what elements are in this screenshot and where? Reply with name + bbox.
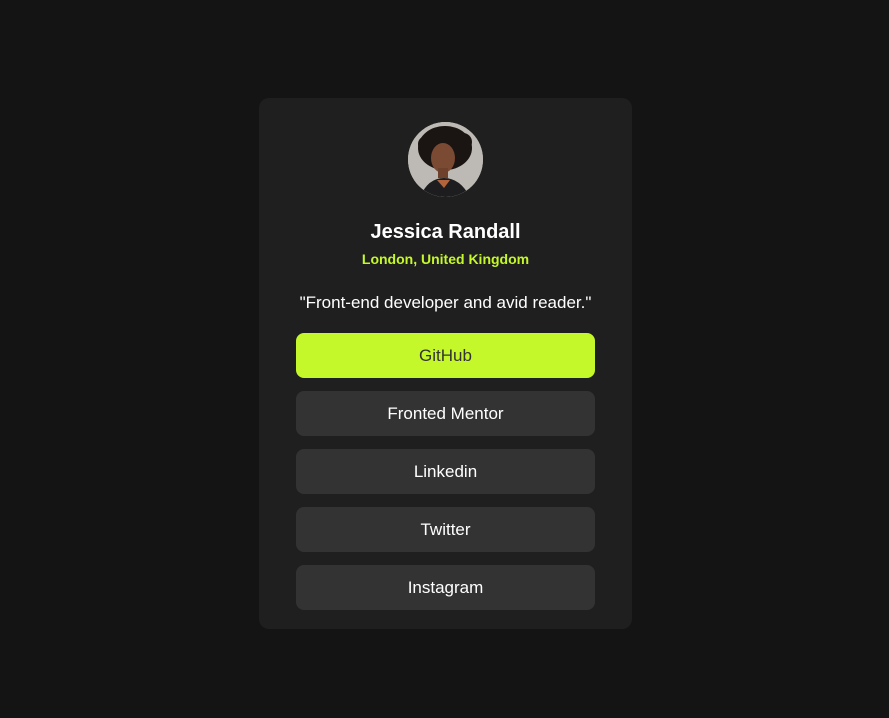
twitter-link[interactable]: Twitter xyxy=(296,507,595,552)
avatar xyxy=(408,122,483,197)
linkedin-link[interactable]: Linkedin xyxy=(296,449,595,494)
profile-location: London, United Kingdom xyxy=(361,251,530,267)
profile-bio: "Front-end developer and avid reader." xyxy=(299,293,592,312)
github-link[interactable]: GitHub xyxy=(296,333,595,378)
instagram-link[interactable]: Instagram xyxy=(296,565,595,610)
avatar-photo-icon xyxy=(408,122,483,197)
frontend-mentor-link[interactable]: Fronted Mentor xyxy=(296,391,595,436)
profile-card: Jessica Randall London, United Kingdom "… xyxy=(259,98,632,629)
social-links-list: GitHub Fronted Mentor Linkedin Twitter I… xyxy=(296,333,595,623)
profile-name: Jessica Randall xyxy=(370,221,521,243)
